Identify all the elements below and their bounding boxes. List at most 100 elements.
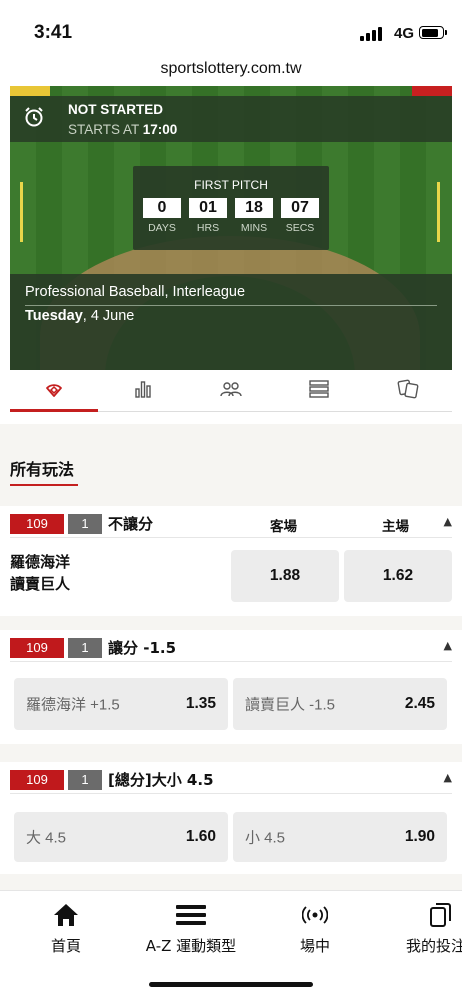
market-code-badge: 109	[10, 638, 64, 658]
match-day: Tuesday	[25, 308, 83, 324]
nav-live[interactable]: 場中	[290, 901, 340, 956]
countdown-mins: 18 MINS	[235, 198, 273, 234]
match-status-row: NOT STARTED STARTS AT 17:00	[10, 96, 452, 142]
foul-pole	[20, 182, 23, 242]
odds-value: 1.62	[382, 567, 414, 584]
countdown-days: 0 DAYS	[143, 198, 181, 234]
section-underline	[10, 484, 78, 486]
market-title: 讓分 -1.5	[108, 639, 177, 657]
column-home: 主場	[382, 519, 409, 534]
lineup-icon	[220, 379, 242, 403]
start-time-prefix: STARTS AT	[68, 122, 143, 137]
tab-field[interactable]	[10, 370, 99, 412]
live-icon	[290, 901, 340, 929]
market-moneyline: 109 1 不讓分 客場 主場 ▲ 羅德海洋 讀賣巨人 1.88 1.62	[0, 506, 462, 616]
network-type: 4G	[393, 25, 414, 42]
countdown-unit: DAYS	[148, 222, 176, 234]
market-code-badge: 109	[10, 514, 64, 534]
nav-label: 首頁	[50, 937, 81, 955]
nav-my-bets[interactable]: 我的投注	[396, 901, 462, 956]
nav-label: A-Z 運動類型	[145, 937, 237, 955]
decor-strip	[10, 86, 50, 96]
divider	[25, 305, 437, 306]
odds-button[interactable]: 讀賣巨人 -1.5 2.45	[233, 678, 447, 730]
stats-chart-icon	[133, 379, 153, 403]
tab-lineup[interactable]	[187, 370, 275, 411]
team-home: 讀賣巨人	[10, 575, 71, 593]
section-title: 所有玩法	[10, 460, 75, 479]
column-away: 客場	[270, 519, 297, 534]
url-bar[interactable]: sportslottery.com.tw	[0, 54, 462, 88]
odds-button[interactable]: 大 4.5 1.60	[14, 812, 228, 862]
tab-list[interactable]	[275, 370, 363, 411]
nav-label: 場中	[299, 937, 330, 955]
odds-value: 1.90	[404, 828, 435, 845]
league-name: Professional Baseball, Interleague	[25, 284, 246, 300]
countdown-value: 07	[281, 198, 319, 218]
countdown-title: FIRST PITCH	[194, 178, 268, 192]
home-indicator	[149, 982, 313, 987]
baseball-field-icon	[44, 379, 64, 403]
countdown-unit: HRS	[196, 222, 220, 234]
team-names: 羅德海洋 讀賣巨人	[10, 551, 70, 595]
match-hero: NOT STARTED STARTS AT 17:00 FIRST PITCH …	[10, 86, 452, 370]
nav-sports[interactable]: A-Z 運動類型	[136, 901, 246, 956]
signal-icon	[360, 27, 382, 41]
market-header[interactable]: 109 1 不讓分 客場 主場 ▲	[10, 506, 452, 538]
team-away: 羅德海洋	[10, 553, 71, 571]
match-date: Tuesday, 4 June	[25, 308, 134, 324]
odds-value: 1.60	[185, 828, 216, 845]
status-bar: 3:41 4G	[0, 0, 462, 54]
market-total: 109 1 [總分]大小 4.5 ▲ 大 4.5 1.60 小 4.5 1.90	[0, 762, 462, 874]
cards-icon	[397, 378, 419, 404]
countdown-unit: MINS	[240, 222, 268, 234]
market-num-badge: 1	[68, 638, 102, 658]
countdown-value: 0	[143, 198, 181, 218]
nav-label: 我的投注	[406, 937, 462, 955]
odds-label: 讀賣巨人 -1.5	[245, 696, 336, 714]
match-date-rest: , 4 June	[82, 308, 135, 324]
odds-label: 羅德海洋 +1.5	[26, 696, 120, 714]
market-num-badge: 1	[68, 770, 102, 790]
odds-button[interactable]: 1.62	[344, 550, 452, 602]
odds-label: 大 4.5	[26, 829, 67, 847]
market-header[interactable]: 109 1 [總分]大小 4.5 ▲	[10, 762, 452, 794]
market-handicap: 109 1 讓分 -1.5 ▲ 羅德海洋 +1.5 1.35 讀賣巨人 -1.5…	[0, 630, 462, 744]
start-time: 17:00	[142, 122, 178, 137]
foul-pole	[437, 182, 440, 242]
start-time-row: STARTS AT 17:00	[68, 122, 177, 137]
market-title: [總分]大小 4.5	[108, 771, 214, 789]
timer-icon	[22, 106, 46, 130]
nav-home[interactable]: 首頁	[40, 901, 92, 956]
countdown-unit: SECS	[285, 222, 315, 234]
odds-button[interactable]: 小 4.5 1.90	[233, 812, 447, 862]
countdown-secs: 07 SECS	[281, 198, 319, 234]
market-num-badge: 1	[68, 514, 102, 534]
home-icon	[40, 901, 92, 929]
chevron-up-icon[interactable]: ▲	[444, 771, 452, 784]
countdown-hours: 01 HRS	[189, 198, 227, 234]
countdown-box: FIRST PITCH 0 DAYS 01 HRS 18 MINS 07 SECS	[133, 166, 329, 250]
list-icon	[308, 379, 330, 403]
odds-button[interactable]: 1.88	[231, 550, 339, 602]
match-status: NOT STARTED	[68, 102, 163, 117]
market-code-badge: 109	[10, 770, 64, 790]
odds-button[interactable]: 羅德海洋 +1.5 1.35	[14, 678, 228, 730]
countdown-value: 01	[189, 198, 227, 218]
tab-stats[interactable]	[98, 370, 186, 411]
match-tabs	[10, 370, 452, 412]
decor-strip	[412, 86, 452, 96]
odds-value: 2.45	[404, 695, 435, 712]
odds-value: 1.88	[269, 567, 301, 584]
countdown-value: 18	[235, 198, 273, 218]
market-header[interactable]: 109 1 讓分 -1.5 ▲	[10, 630, 452, 662]
menu-icon	[136, 901, 246, 929]
match-info: Professional Baseball, Interleague Tuesd…	[10, 274, 452, 370]
tab-cards[interactable]	[364, 370, 452, 411]
market-title: 不讓分	[108, 515, 154, 533]
odds-value: 1.35	[185, 695, 216, 712]
chevron-up-icon[interactable]: ▲	[444, 515, 452, 528]
clock-time: 3:41	[34, 22, 73, 43]
bets-icon	[396, 901, 462, 929]
chevron-up-icon[interactable]: ▲	[444, 639, 452, 652]
